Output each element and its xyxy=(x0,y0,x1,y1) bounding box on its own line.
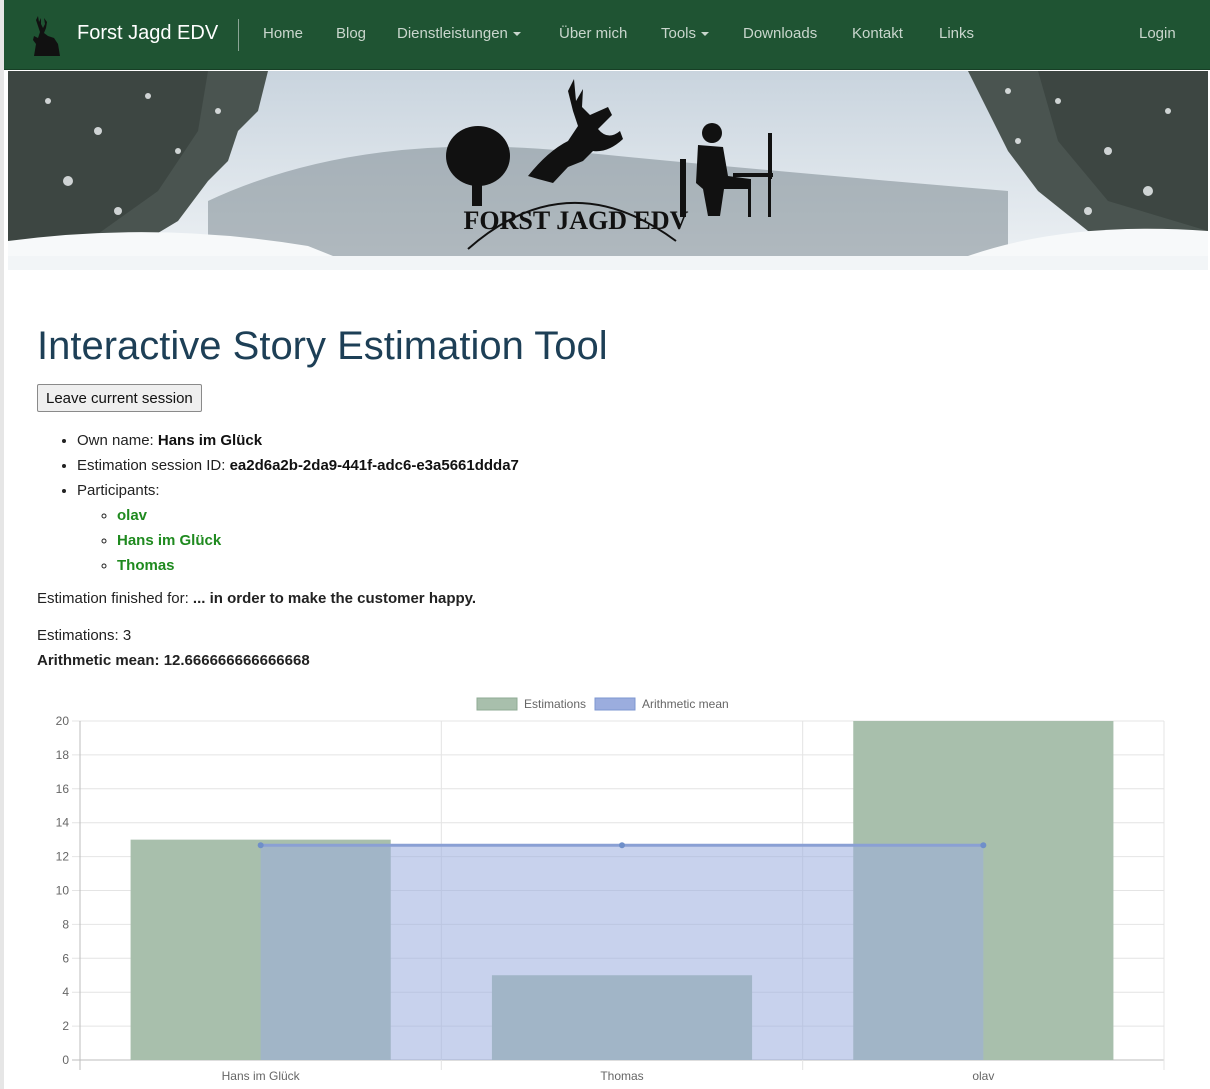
y-tick-label: 8 xyxy=(62,917,69,931)
x-tick-label: Thomas xyxy=(600,1069,643,1083)
participant-link-thomas[interactable]: Thomas xyxy=(117,557,175,574)
caret-down-icon xyxy=(512,32,521,37)
nav-dienstleistungen[interactable]: Dienstleistungen xyxy=(397,25,521,42)
mean-point xyxy=(980,842,987,849)
nav-blog[interactable]: Blog xyxy=(336,25,366,42)
legend-label-estimations: Estimations xyxy=(524,697,586,711)
nav-kontakt-label: Kontakt xyxy=(852,25,903,42)
navbar: Forst Jagd EDV Home Blog Dienstleistunge… xyxy=(4,0,1210,70)
participant-link-hans[interactable]: Hans im Glück xyxy=(117,532,221,549)
nav-downloads-label: Downloads xyxy=(743,25,818,42)
x-tick-label: Hans im Glück xyxy=(222,1069,301,1083)
nav-ueber-mich[interactable]: Über mich xyxy=(559,25,627,42)
y-tick-label: 10 xyxy=(56,884,70,898)
participant-item: olav xyxy=(117,503,519,528)
brand-link[interactable]: Forst Jagd EDV xyxy=(77,22,218,45)
nav-tools[interactable]: Tools xyxy=(661,25,710,42)
participant-item: Thomas xyxy=(117,553,519,578)
y-tick-label: 18 xyxy=(56,748,70,762)
participant-item: Hans im Glück xyxy=(117,528,519,553)
nav-kontakt[interactable]: Kontakt xyxy=(852,25,903,42)
page-edge xyxy=(0,0,4,1089)
y-tick-label: 16 xyxy=(56,782,70,796)
legend-label-mean: Arithmetic mean xyxy=(642,697,729,711)
finished-label: Estimation finished for: xyxy=(37,590,189,607)
header-banner: FORST JAGD EDV xyxy=(8,71,1208,270)
estimation-chart: 0 2 4 6 8 10 12 14 16 18 20 Hans im Glück Thomas olav… xyxy=(56,697,1165,1083)
y-tick-label: 20 xyxy=(56,714,70,728)
nav-home[interactable]: Home xyxy=(263,25,303,42)
y-tick-label: 0 xyxy=(62,1053,69,1067)
session-info-list: Own name: Hans im Glück Estimation sessi… xyxy=(77,428,519,578)
y-tick-label: 4 xyxy=(62,985,69,999)
y-tick-label: 6 xyxy=(62,951,69,965)
finished-story: ... in order to make the customer happy. xyxy=(192,590,477,607)
leave-session-button[interactable]: Leave current session xyxy=(37,384,202,412)
participants-list: olav Hans im Glück Thomas xyxy=(117,503,519,578)
legend-swatch-estimations xyxy=(476,697,518,711)
x-tick-label: olav xyxy=(972,1069,994,1083)
mean-area xyxy=(260,845,984,1060)
mean-point xyxy=(257,842,264,849)
y-tick-label: 12 xyxy=(56,850,70,864)
nav-links-label: Links xyxy=(939,25,975,42)
nav-tools-label: Tools xyxy=(661,25,697,42)
caret-down-icon xyxy=(701,32,710,37)
nav-login[interactable]: Login xyxy=(1139,25,1176,42)
nav-dienstleistungen-label: Dienstleistungen xyxy=(397,25,508,42)
deer-logo-icon[interactable] xyxy=(28,14,64,58)
mean-point xyxy=(619,842,625,849)
y-tick-label: 14 xyxy=(56,816,70,830)
y-tick-label: 2 xyxy=(62,1019,69,1033)
nav-home-label: Home xyxy=(263,25,304,42)
participants-item: Participants: olav Hans im Glück Thomas xyxy=(77,478,519,578)
participants-label: Participants: xyxy=(77,482,160,499)
banner-logo-text: FORST JAGD EDV xyxy=(464,206,689,235)
nav-downloads[interactable]: Downloads xyxy=(743,25,817,42)
participant-link-olav[interactable]: olav xyxy=(117,507,147,524)
page-title: Interactive Story Estimation Tool xyxy=(37,324,608,368)
own-name-item: Own name: Hans im Glück xyxy=(77,428,519,453)
main-content: Interactive Story Estimation Tool Leave … xyxy=(37,320,1197,669)
session-id-value: ea2d6a2b-2da9-441f-adc6-e3a5661ddda7 xyxy=(229,457,519,474)
nav-divider xyxy=(238,19,239,51)
nav-ueber-mich-label: Über mich xyxy=(559,25,628,42)
nav-blog-label: Blog xyxy=(336,25,367,42)
own-name-value: Hans im Glück xyxy=(157,432,263,449)
session-id-item: Estimation session ID: ea2d6a2b-2da9-441… xyxy=(77,453,519,478)
estimations-count: Estimations: 3 xyxy=(37,627,132,644)
session-id-label: Estimation session ID: xyxy=(77,457,226,474)
nav-links[interactable]: Links xyxy=(939,25,974,42)
arithmetic-mean: Arithmetic mean: 12.666666666666668 xyxy=(37,652,310,669)
own-name-label: Own name: xyxy=(77,432,154,449)
legend-swatch-mean xyxy=(594,697,636,711)
estimation-finished: Estimation finished for: ... in order to… xyxy=(37,590,476,607)
snowy-forest-banner-image: FORST JAGD EDV xyxy=(8,71,1208,270)
